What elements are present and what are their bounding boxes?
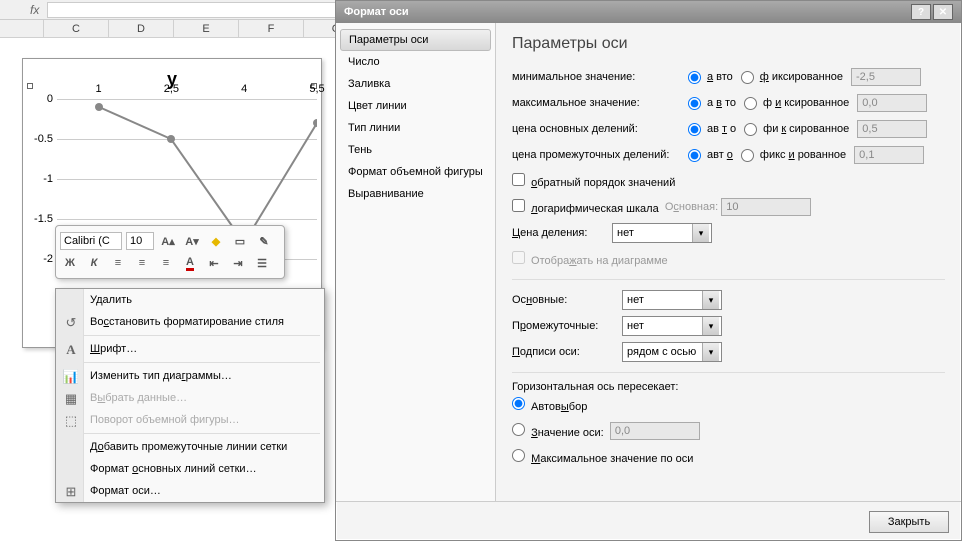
dialog-nav: Параметры оси Число Заливка Цвет линии Т…: [336, 23, 496, 501]
x-tick: 4: [229, 83, 259, 95]
min-value-input: [851, 68, 921, 86]
context-menu: Удалить ↺ Восстановить форматирование ст…: [55, 288, 325, 503]
bullets-icon[interactable]: ☰: [252, 253, 272, 273]
reverse-order-checkbox[interactable]: обратный порядок значений: [512, 173, 675, 189]
major-fixed-radio[interactable]: фиксированное: [744, 123, 849, 136]
font-family-input[interactable]: [60, 232, 122, 250]
fx-icon[interactable]: fx: [30, 3, 39, 17]
tick-labels-dropdown[interactable]: рядом с осью: [622, 342, 722, 362]
major-auto-radio[interactable]: авто: [688, 123, 736, 136]
decrease-font-icon[interactable]: A▾: [182, 231, 202, 251]
y-tick: -2: [29, 253, 53, 265]
select-data-icon: ▦: [62, 390, 80, 408]
nav-3d-format[interactable]: Формат объемной фигуры: [336, 161, 495, 183]
max-fixed-radio[interactable]: фиксированное: [744, 97, 849, 110]
max-label: максимальное значение:: [512, 97, 688, 109]
show-on-chart-checkbox: Отображать на диаграмме: [512, 251, 668, 267]
tick-labels-label: Подписи оси:: [512, 346, 622, 358]
log-base-label: Основная:: [665, 201, 718, 213]
dialog-titlebar[interactable]: Формат оси ? ✕: [336, 1, 961, 23]
min-fixed-radio[interactable]: фиксированное: [741, 71, 843, 84]
min-auto-radio[interactable]: авто: [688, 71, 733, 84]
major-unit-label: цена основных делений:: [512, 123, 688, 135]
format-painter-icon[interactable]: ✎: [254, 231, 274, 251]
decrease-indent-icon[interactable]: ⇤: [204, 253, 224, 273]
ctx-rotate-3d: ⬚ Поворот объемной фигуры…: [56, 409, 324, 431]
close-button[interactable]: Закрыть: [869, 511, 949, 533]
max-value-input: [857, 94, 927, 112]
col-header[interactable]: C: [44, 20, 109, 37]
align-left-icon[interactable]: ≡: [108, 253, 128, 273]
panel-heading: Параметры оси: [512, 35, 945, 53]
minor-value-input: [854, 146, 924, 164]
major-ticks-label: Основные:: [512, 294, 622, 306]
italic-button[interactable]: К: [84, 253, 104, 273]
help-button[interactable]: ?: [911, 4, 931, 20]
fill-color-icon[interactable]: ◆: [206, 231, 226, 251]
max-auto-radio[interactable]: авто: [688, 97, 736, 110]
ctx-reset-style[interactable]: ↺ Восстановить форматирование стиля: [56, 311, 324, 333]
nav-line-color[interactable]: Цвет линии: [336, 95, 495, 117]
crosses-value-input: [610, 422, 700, 440]
ctx-format-axis[interactable]: ⊞ Формат оси…: [56, 480, 324, 502]
ctx-format-major-gridlines[interactable]: Формат основных линий сетки…: [56, 458, 324, 480]
display-units-dropdown[interactable]: нет: [612, 223, 712, 243]
y-tick: 0: [29, 93, 53, 105]
format-axis-dialog: Формат оси ? ✕ Параметры оси Число Залив…: [335, 0, 962, 541]
increase-font-icon[interactable]: A▴: [158, 231, 178, 251]
col-header[interactable]: E: [174, 20, 239, 37]
nav-alignment[interactable]: Выравнивание: [336, 183, 495, 205]
log-scale-checkbox[interactable]: логарифмическая шкала: [512, 199, 659, 215]
col-header[interactable]: D: [109, 20, 174, 37]
ctx-add-minor-gridlines[interactable]: Добавить промежуточные линии сетки: [56, 436, 324, 458]
nav-axis-params[interactable]: Параметры оси: [340, 29, 491, 51]
rotate-3d-icon: ⬚: [62, 412, 80, 430]
mini-toolbar: A▴ A▾ ◆ ▭ ✎ Ж К ≡ ≡ ≡ A ⇤ ⇥ ☰: [55, 225, 285, 279]
minor-unit-label: цена промежуточных делений:: [512, 149, 688, 161]
font-color-icon[interactable]: A: [180, 253, 200, 273]
x-tick: 5,5: [302, 83, 332, 95]
close-icon[interactable]: ✕: [933, 4, 953, 20]
min-label: минимальное значение:: [512, 71, 688, 83]
bold-button[interactable]: Ж: [60, 253, 80, 273]
chart-type-icon: 📊: [62, 368, 80, 386]
minor-ticks-label: Промежуточные:: [512, 320, 622, 332]
ctx-font[interactable]: A Шрифт…: [56, 338, 324, 360]
x-tick: 1: [84, 83, 114, 95]
ctx-delete[interactable]: Удалить: [56, 289, 324, 311]
display-units-label: Цена деления:: [512, 227, 612, 239]
minor-auto-radio[interactable]: авто: [688, 149, 733, 162]
crosses-max-radio[interactable]: Максимальное значение по оси: [512, 449, 693, 465]
crosses-value-radio[interactable]: Значение оси:: [512, 423, 604, 439]
nav-fill[interactable]: Заливка: [336, 73, 495, 95]
major-value-input: [857, 120, 927, 138]
increase-indent-icon[interactable]: ⇥: [228, 253, 248, 273]
ctx-select-data: ▦ Выбрать данные…: [56, 387, 324, 409]
reset-icon: ↺: [62, 314, 80, 332]
y-tick: -1.5: [29, 213, 53, 225]
col-header[interactable]: F: [239, 20, 304, 37]
major-ticks-dropdown[interactable]: нет: [622, 290, 722, 310]
y-tick: -0.5: [29, 133, 53, 145]
crosses-auto-radio[interactable]: Автовыбор: [512, 397, 587, 413]
border-icon[interactable]: ▭: [230, 231, 250, 251]
y-tick: -1: [29, 173, 53, 185]
nav-shadow[interactable]: Тень: [336, 139, 495, 161]
crosses-heading: Горизонтальная ось пересекает:: [512, 381, 945, 393]
font-size-input[interactable]: [126, 232, 154, 250]
nav-number[interactable]: Число: [336, 51, 495, 73]
ctx-change-chart-type[interactable]: 📊 Изменить тип диаграммы…: [56, 365, 324, 387]
nav-line-type[interactable]: Тип линии: [336, 117, 495, 139]
minor-fixed-radio[interactable]: фиксированное: [741, 149, 846, 162]
align-center-icon[interactable]: ≡: [132, 253, 152, 273]
font-icon: A: [62, 341, 80, 359]
x-tick: 2,5: [156, 83, 186, 95]
format-axis-icon: ⊞: [62, 483, 80, 501]
minor-ticks-dropdown[interactable]: нет: [622, 316, 722, 336]
log-base-input: [721, 198, 811, 216]
dialog-title: Формат оси: [344, 6, 409, 18]
align-right-icon[interactable]: ≡: [156, 253, 176, 273]
